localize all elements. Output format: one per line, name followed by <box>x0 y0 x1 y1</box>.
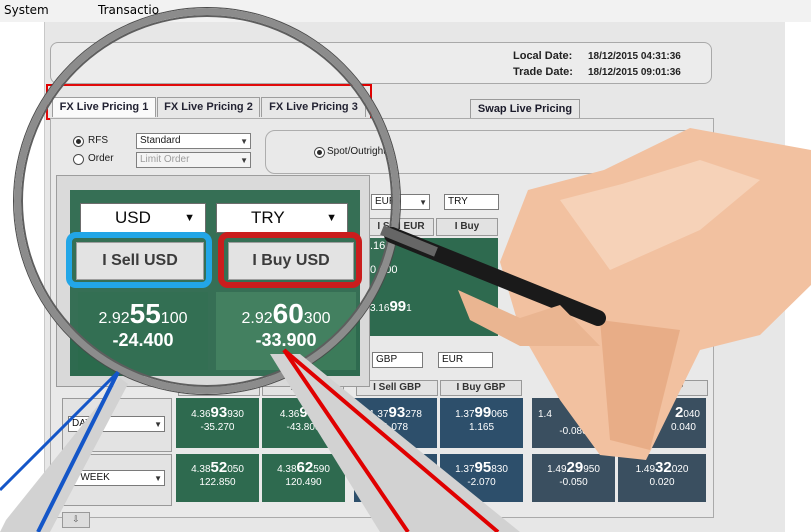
annotation-overlay <box>0 128 811 532</box>
pointer-lines <box>0 348 520 532</box>
hand-holding-magnifier <box>380 128 811 460</box>
